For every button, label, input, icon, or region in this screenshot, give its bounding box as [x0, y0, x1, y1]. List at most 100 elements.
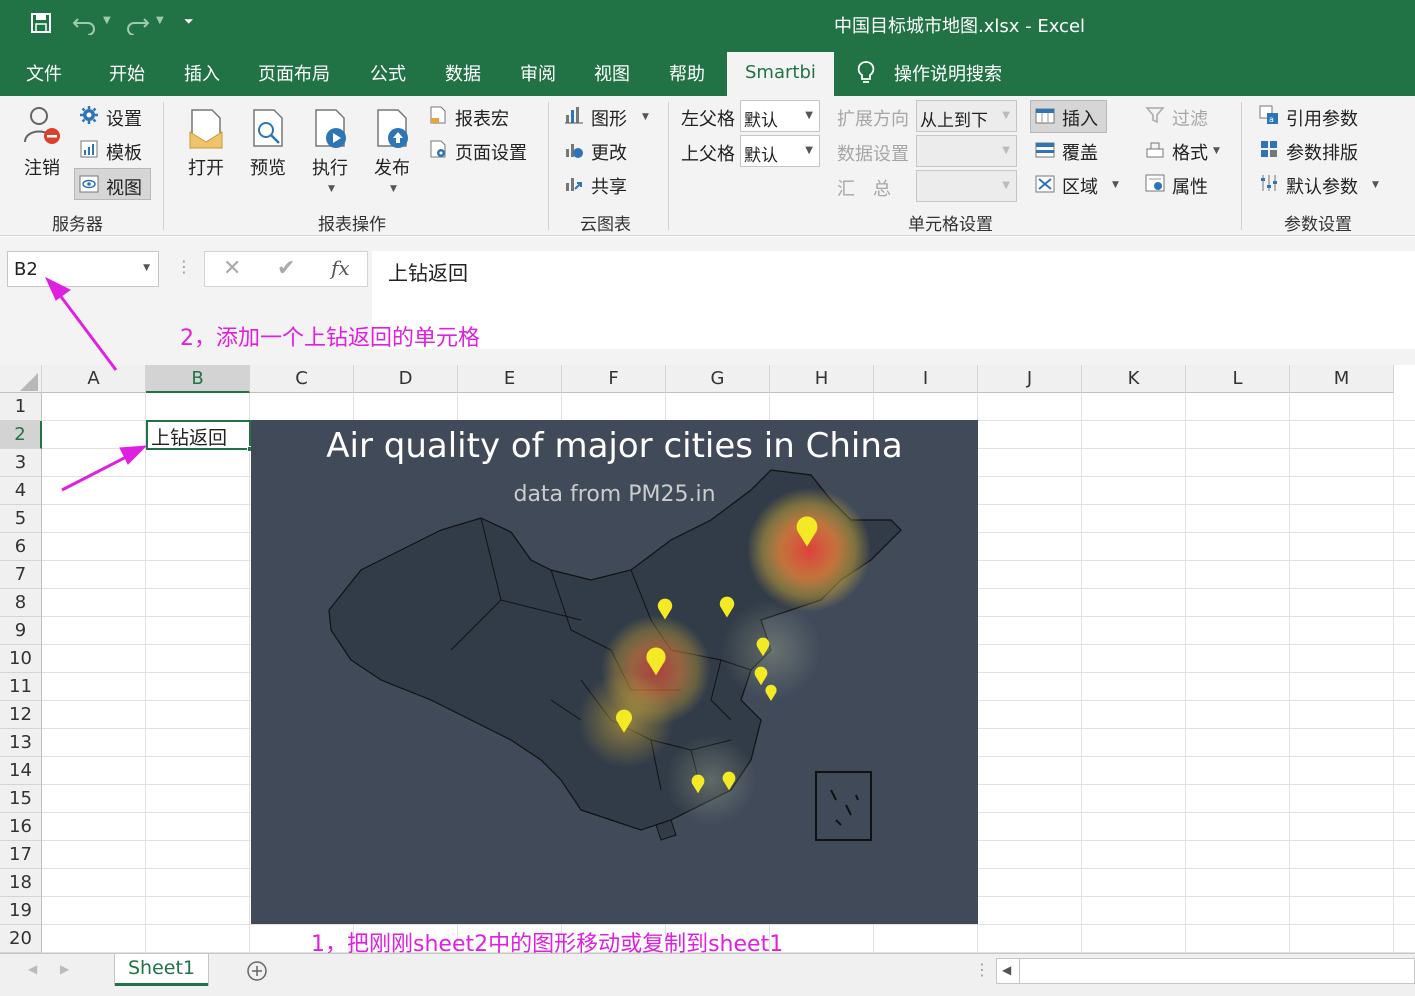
save-icon[interactable] [30, 12, 52, 34]
view-button[interactable]: 视图 [106, 174, 142, 200]
row-header-5[interactable]: 5 [0, 505, 42, 533]
tab-splitter-handle[interactable]: ⋮ [974, 960, 990, 979]
row-header-17[interactable]: 17 [0, 841, 42, 869]
param-layout-button[interactable]: 参数排版 [1286, 139, 1358, 165]
summary-select[interactable]: ▼ [916, 170, 1017, 202]
row-header-13[interactable]: 13 [0, 729, 42, 757]
publish-dropdown-icon[interactable]: ▼ [390, 184, 397, 194]
scroll-sheets-right-icon[interactable]: ▶ [60, 962, 69, 976]
settings-button[interactable]: 设置 [106, 105, 142, 131]
tab-insert[interactable]: 插入 [184, 60, 220, 86]
change-button[interactable]: 更改 [591, 139, 627, 165]
template-button[interactable]: 模板 [106, 139, 142, 165]
property-button[interactable]: 属性 [1172, 173, 1208, 199]
ref-params-button[interactable]: 引用参数 [1286, 105, 1358, 131]
column-header-i[interactable]: I [874, 365, 978, 393]
filter-button[interactable]: 过滤 [1172, 105, 1208, 131]
tab-help[interactable]: 帮助 [669, 60, 705, 86]
horizontal-scrollbar[interactable]: ◀ [996, 958, 1415, 984]
row-header-3[interactable]: 3 [0, 449, 42, 477]
column-header-a[interactable]: A [42, 365, 146, 393]
open-button[interactable]: 打开 [188, 154, 224, 180]
tab-smartbi[interactable]: Smartbi [727, 52, 834, 96]
undo-dropdown-icon[interactable]: ▼ [103, 15, 111, 26]
tab-view[interactable]: 视图 [594, 60, 630, 86]
selected-cell-b2[interactable]: 上钻返回 [146, 420, 253, 452]
name-box[interactable]: B2 ▼ [7, 251, 159, 287]
confirm-icon[interactable]: ✔ [277, 256, 295, 281]
column-header-d[interactable]: D [354, 365, 458, 393]
sheet-tab-sheet1[interactable]: Sheet1 [115, 954, 208, 986]
logout-button[interactable]: 注销 [24, 154, 60, 180]
row-header-11[interactable]: 11 [0, 673, 42, 701]
row-header-18[interactable]: 18 [0, 869, 42, 897]
row-header-8[interactable]: 8 [0, 589, 42, 617]
default-params-button[interactable]: 默认参数 [1286, 173, 1358, 199]
share-button[interactable]: 共享 [591, 173, 627, 199]
format-dropdown-icon[interactable]: ▼ [1213, 146, 1220, 156]
redo-dropdown-icon[interactable]: ▼ [156, 15, 164, 26]
data-settings-select[interactable]: ▼ [916, 135, 1017, 167]
column-header-g[interactable]: G [666, 365, 770, 393]
redo-icon[interactable] [124, 13, 150, 35]
left-parent-select[interactable]: 默认 ▼ [740, 100, 820, 132]
column-header-j[interactable]: J [978, 365, 1082, 393]
tab-file[interactable]: 文件 [26, 60, 62, 86]
scroll-left-icon[interactable]: ◀ [1002, 963, 1011, 977]
column-header-c[interactable]: C [250, 365, 354, 393]
row-header-10[interactable]: 10 [0, 645, 42, 673]
row-header-20[interactable]: 20 [0, 925, 42, 953]
column-header-h[interactable]: H [770, 365, 874, 393]
format-button[interactable]: 格式 [1172, 139, 1208, 165]
cancel-icon[interactable]: ✕ [223, 256, 241, 281]
publish-button[interactable]: 发布 [374, 154, 410, 180]
page-setup-button[interactable]: 页面设置 [455, 139, 527, 165]
row-header-1[interactable]: 1 [0, 393, 42, 421]
row-header-2[interactable]: 2 [0, 421, 42, 449]
tab-page-layout[interactable]: 页面布局 [258, 60, 330, 86]
chevron-down-icon[interactable]: ▼ [143, 263, 150, 273]
row-header-12[interactable]: 12 [0, 701, 42, 729]
execute-dropdown-icon[interactable]: ▼ [328, 184, 335, 194]
row-header-14[interactable]: 14 [0, 757, 42, 785]
column-header-e[interactable]: E [458, 365, 562, 393]
row-header-4[interactable]: 4 [0, 477, 42, 505]
select-all-corner[interactable] [0, 365, 42, 393]
region-button[interactable]: 区域 [1062, 173, 1098, 199]
row-header-9[interactable]: 9 [0, 617, 42, 645]
row-header-16[interactable]: 16 [0, 813, 42, 841]
default-params-dropdown-icon[interactable]: ▼ [1372, 180, 1379, 190]
shape-dropdown-icon[interactable]: ▼ [642, 112, 649, 122]
execute-button[interactable]: 执行 [312, 154, 348, 180]
row-header-15[interactable]: 15 [0, 785, 42, 813]
add-sheet-icon[interactable] [246, 960, 268, 982]
tab-formulas[interactable]: 公式 [370, 60, 406, 86]
insert-button[interactable]: 插入 [1062, 105, 1098, 131]
formula-input[interactable]: 上钻返回 [372, 251, 1415, 349]
column-header-m[interactable]: M [1290, 365, 1394, 393]
cover-button[interactable]: 覆盖 [1062, 139, 1098, 165]
tab-home[interactable]: 开始 [109, 60, 145, 86]
expand-direction-select[interactable]: 从上到下 ▼ [916, 100, 1017, 132]
tell-me-search[interactable]: 操作说明搜索 [894, 60, 1002, 86]
column-header-l[interactable]: L [1186, 365, 1290, 393]
column-header-b[interactable]: B [146, 365, 250, 393]
column-header-f[interactable]: F [562, 365, 666, 393]
region-dropdown-icon[interactable]: ▼ [1112, 180, 1119, 190]
row-header-7[interactable]: 7 [0, 561, 42, 589]
undo-icon[interactable] [72, 13, 98, 35]
top-parent-select[interactable]: 默认 ▼ [740, 135, 820, 167]
customize-toolbar-icon[interactable]: ⏷ [184, 14, 194, 29]
air-quality-map-chart[interactable]: Air quality of major cities in China dat… [251, 420, 978, 924]
splitter-handle[interactable]: ⋮ [176, 257, 192, 276]
tab-data[interactable]: 数据 [445, 60, 481, 86]
tab-review[interactable]: 审阅 [520, 60, 556, 86]
shape-button[interactable]: 图形 [591, 105, 627, 131]
row-header-19[interactable]: 19 [0, 897, 42, 925]
row-header-6[interactable]: 6 [0, 533, 42, 561]
scroll-sheets-left-icon[interactable]: ◀ [28, 962, 37, 976]
column-header-k[interactable]: K [1082, 365, 1186, 393]
preview-button[interactable]: 预览 [250, 154, 286, 180]
insert-function-icon[interactable]: fx [331, 256, 350, 280]
macro-button[interactable]: 报表宏 [455, 105, 509, 131]
